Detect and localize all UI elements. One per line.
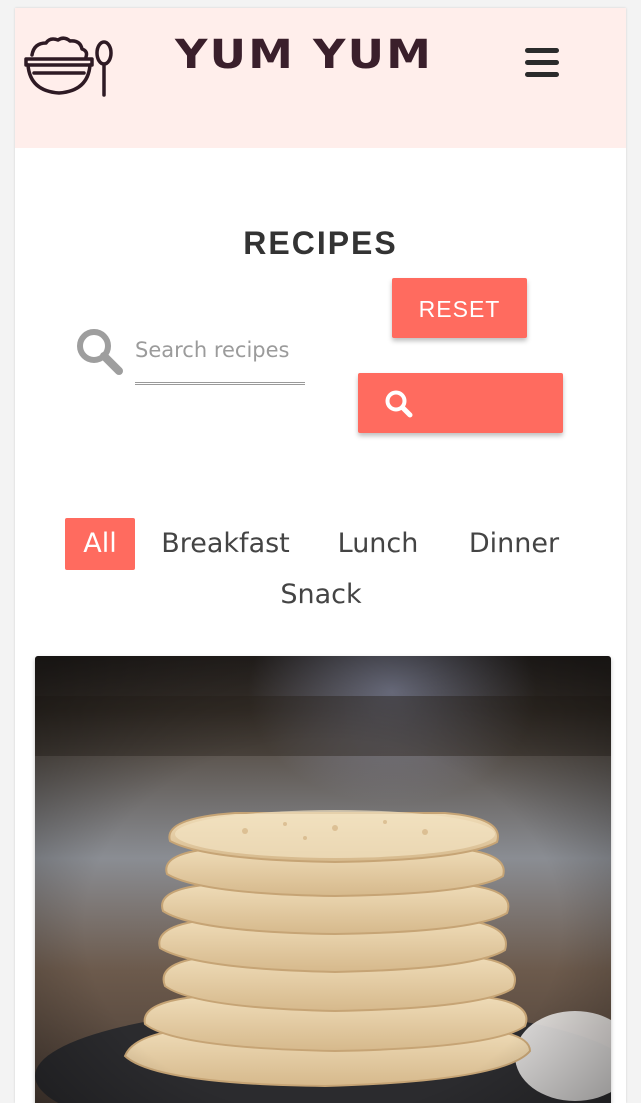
filter-snack[interactable]: Snack [270,569,372,621]
menu-bar [525,60,559,65]
app-frame: YUM YUM RECIPES Search recipes RESET All… [15,8,626,1103]
site-brand[interactable]: YUM YUM [175,32,466,78]
filter-lunch[interactable]: Lunch [327,518,429,570]
category-filters: All Breakfast Lunch Dinner Snack [15,518,626,610]
reset-button[interactable]: RESET [392,278,527,338]
search-icon [385,390,413,418]
bowl-and-spoon-icon[interactable] [24,35,114,99]
search-input-underline [135,382,305,383]
filter-all[interactable]: All [65,518,135,570]
search-button[interactable] [358,373,563,433]
search-icon [77,329,123,375]
hamburger-menu-icon[interactable] [523,46,561,80]
recipe-card[interactable] [35,656,611,1103]
filter-dinner[interactable]: Dinner [459,518,569,570]
search-input[interactable] [135,332,305,385]
pancakes-photo [35,656,611,1103]
page-title: RECIPES [243,224,398,261]
menu-bar [525,48,559,53]
filter-breakfast[interactable]: Breakfast [153,518,298,570]
menu-bar [525,72,559,77]
navbar: YUM YUM [15,8,626,148]
